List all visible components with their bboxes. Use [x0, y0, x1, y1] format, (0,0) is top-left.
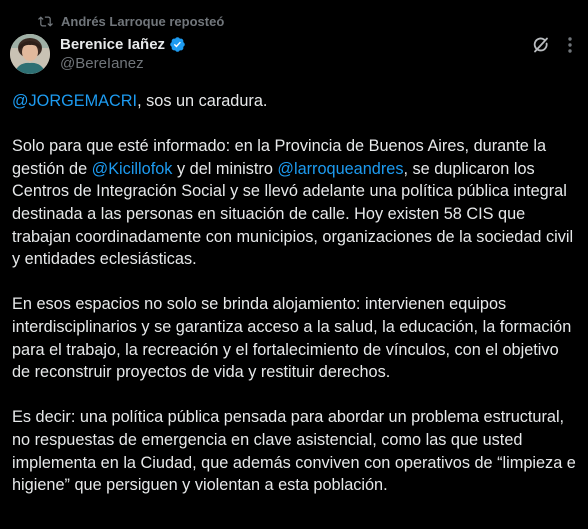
- repost-text: Andrés Larroque reposteó: [61, 14, 225, 29]
- paragraph-2: Solo para que esté informado: en la Prov…: [12, 137, 574, 269]
- avatar[interactable]: [10, 34, 50, 74]
- paragraph-4: Es decir: una política pública pensada p…: [12, 408, 576, 495]
- repost-icon: [38, 16, 53, 27]
- tweet-text: @JORGEMACRI, sos un caradura. Solo para …: [12, 90, 578, 519]
- repost-header[interactable]: Andrés Larroque reposteó: [38, 14, 224, 29]
- tweet[interactable]: Andrés Larroque reposteó Berenice Iañez …: [0, 0, 588, 529]
- grok-icon[interactable]: [531, 35, 551, 55]
- verified-badge-icon: [170, 37, 185, 52]
- paragraph-1: @JORGEMACRI, sos un caradura.: [12, 92, 268, 110]
- more-icon[interactable]: [562, 36, 578, 54]
- author-block: Berenice Iañez @BereIanez: [60, 36, 186, 72]
- mention-kicillofok[interactable]: @Kicillofok: [92, 160, 173, 178]
- mention-jorgemacri[interactable]: @JORGEMACRI: [12, 92, 137, 110]
- author-handle[interactable]: @BereIanez: [60, 55, 186, 72]
- mention-larroqueandres[interactable]: @larroqueandres: [277, 160, 403, 178]
- author-name[interactable]: Berenice Iañez: [60, 36, 165, 53]
- paragraph-3: En esos espacios no solo se brinda aloja…: [12, 295, 572, 382]
